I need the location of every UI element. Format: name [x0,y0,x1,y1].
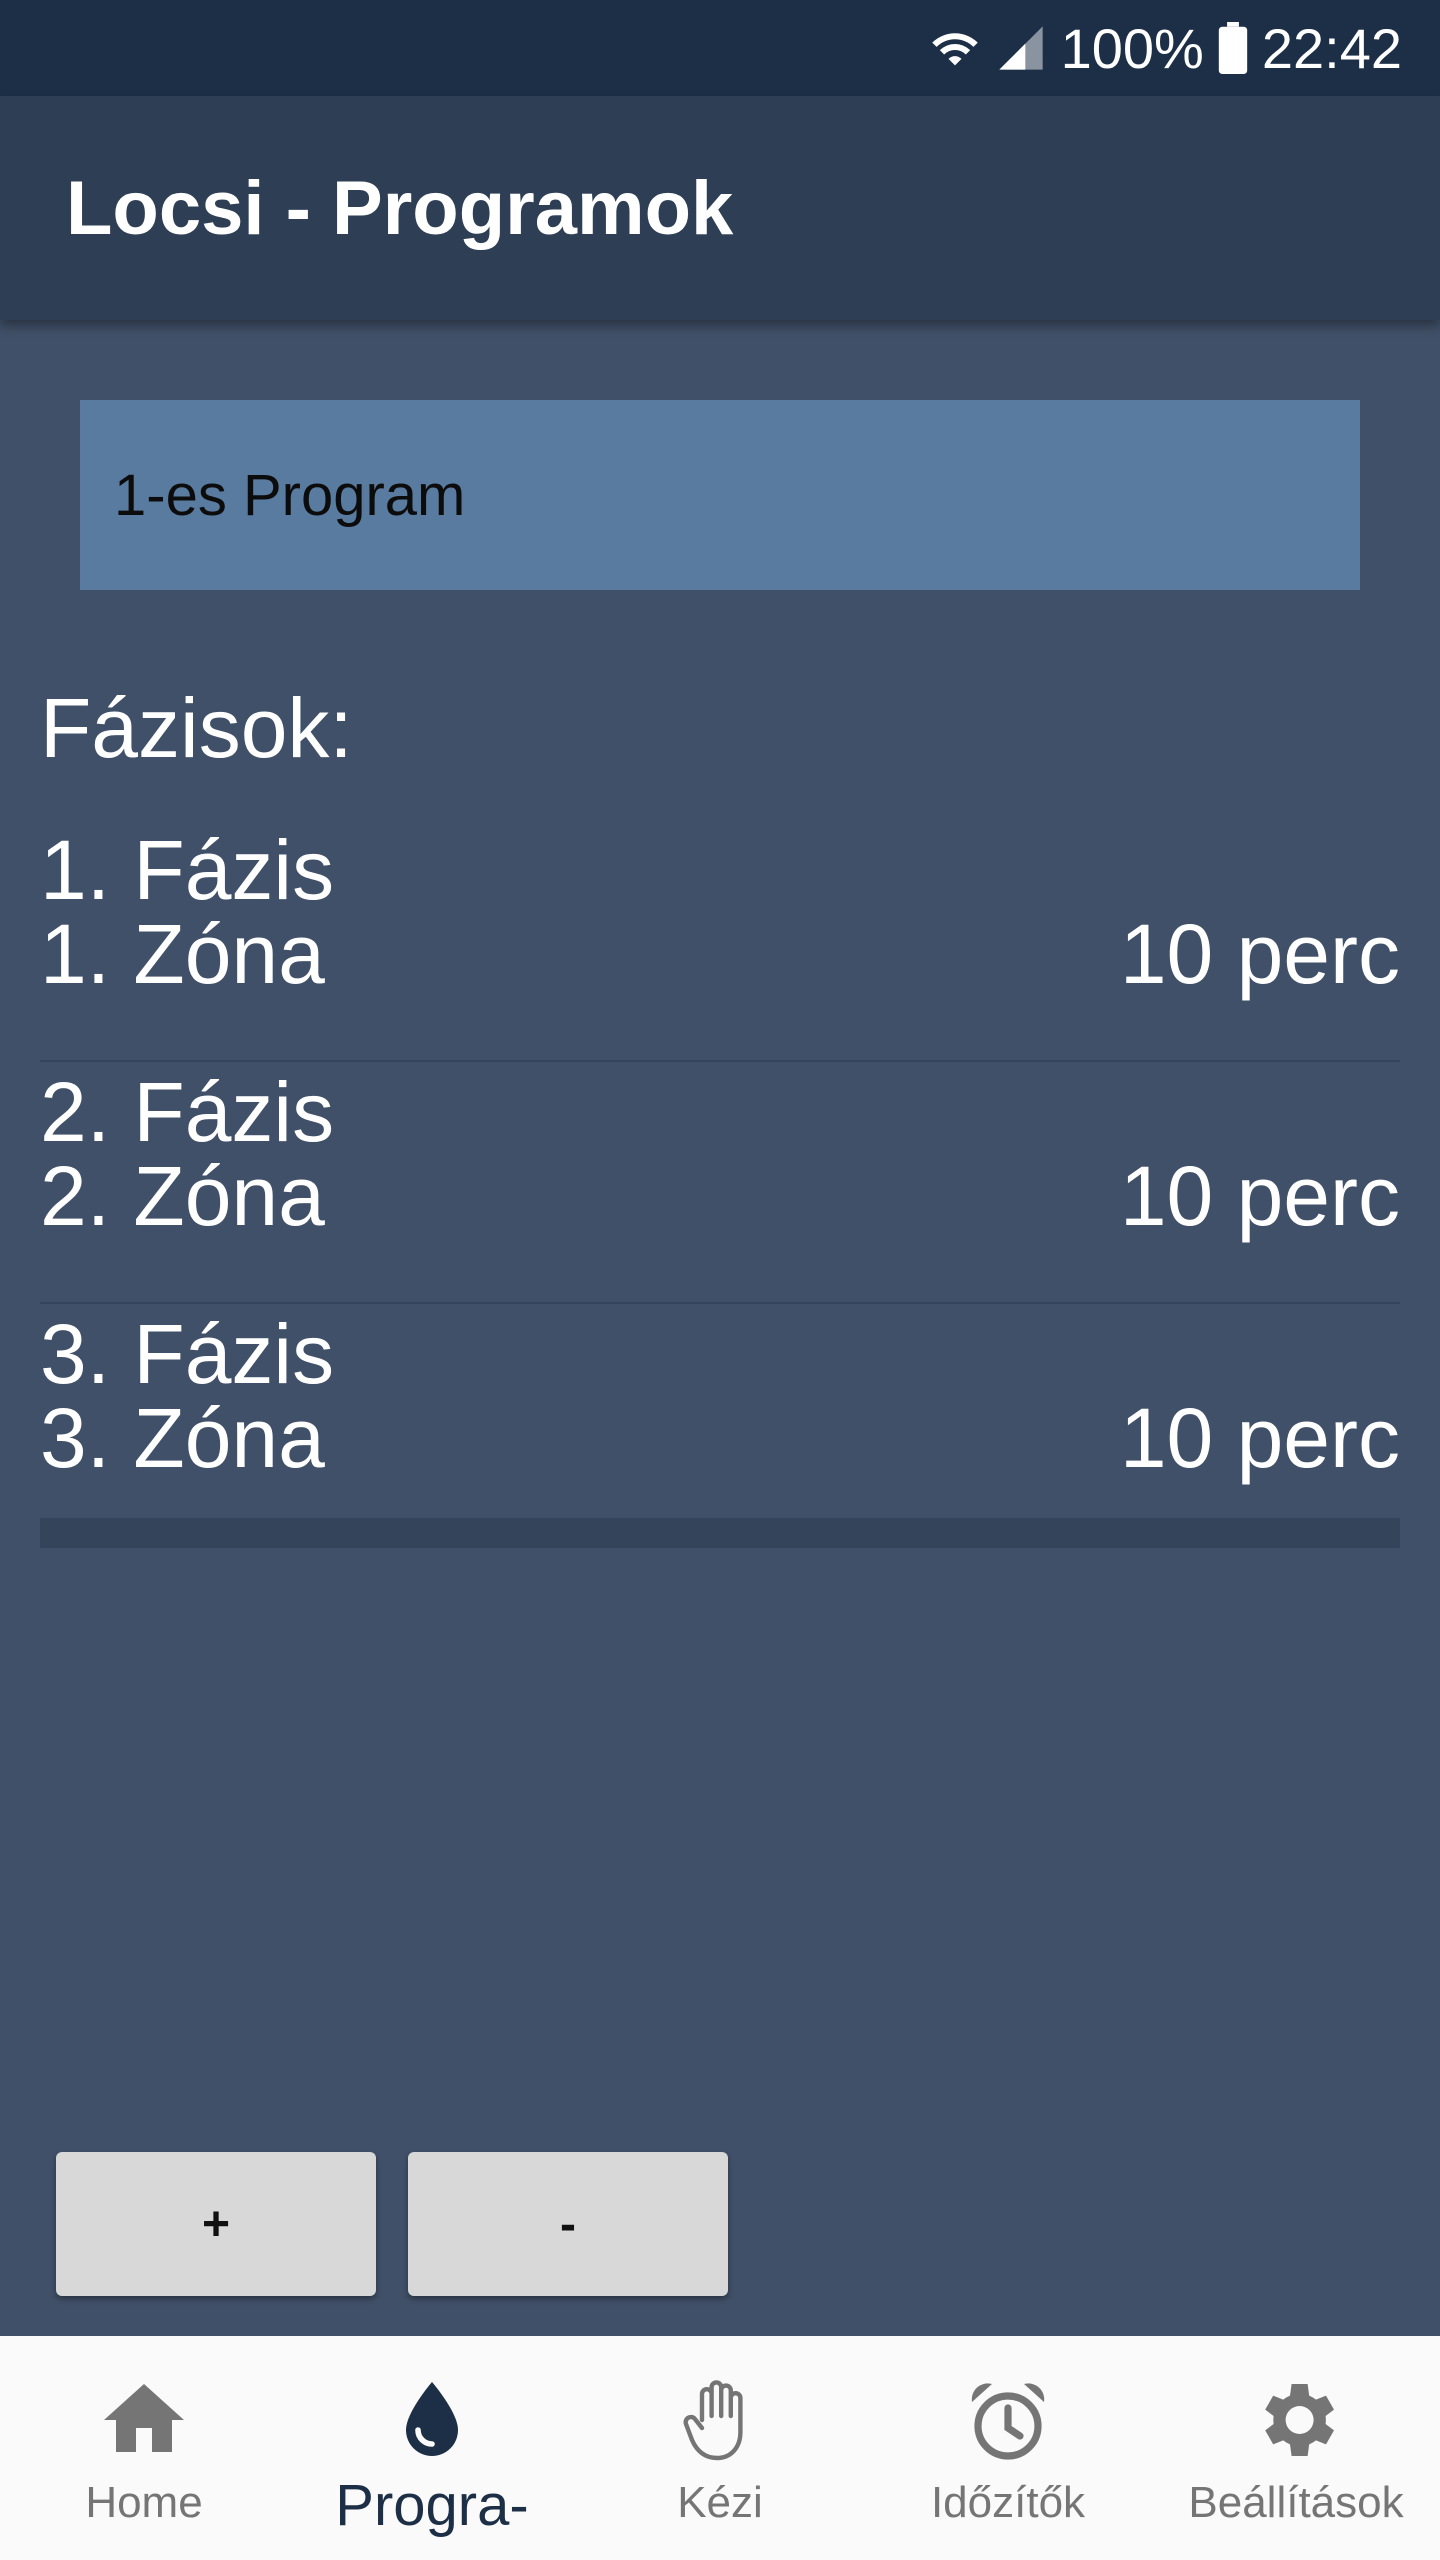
hand-icon [683,2380,743,2461]
program-selector-value: 1-es Program [114,462,466,528]
nav-item-programs[interactable]: Progra- [288,2336,576,2560]
home-icon [104,2384,184,2452]
remove-phase-button[interactable]: - [408,2152,728,2296]
add-phase-button[interactable]: + [56,2152,376,2296]
app-bar: Locsi - Programok [0,96,1440,320]
nav-item-home[interactable]: Home [0,2336,288,2560]
phase-duration: 10 perc [1119,907,1400,1001]
list-item[interactable]: 1. Fázis 1. Zóna 10 perc [40,820,1400,1062]
nav-label-timers: Időzítők [930,2478,1086,2527]
alarm-clock-icon [971,2383,1045,2460]
bottom-nav: Home Progra- Kézi Időzítők Beállítások [0,2336,1440,2560]
nav-label-programs: Progra- [335,2473,529,2538]
phase-list: 1. Fázis 1. Zóna 10 perc 2. Fázis 2. Zón… [40,820,1400,1546]
wifi-icon [931,33,978,66]
nav-label-settings: Beállítások [1188,2478,1404,2527]
phase-zone: 2. Zóna [40,1149,325,1243]
phases-heading: Fázisok: [40,681,353,775]
page-title: Locsi - Programok [66,165,734,251]
phase-title: 3. Fázis [40,1307,335,1401]
list-item[interactable]: 2. Fázis 2. Zóna 10 perc [40,1062,1400,1304]
battery-icon [1218,22,1248,74]
nav-label-manual: Kézi [677,2478,763,2527]
phase-zone: 3. Zóna [40,1391,325,1485]
phase-title: 1. Fázis [40,823,335,917]
phase-title: 2. Fázis [40,1065,335,1159]
signal-icon [998,26,1043,70]
battery-percent: 100% [1060,16,1204,80]
status-bar: 100% 22:42 [0,0,1440,96]
water-drop-icon [406,2382,458,2456]
nav-item-manual[interactable]: Kézi [576,2336,864,2560]
clock: 22:42 [1261,16,1402,80]
phase-duration: 10 perc [1119,1391,1400,1485]
nav-label-home: Home [85,2478,203,2527]
program-selector[interactable]: 1-es Program [80,400,1360,590]
status-right: 100% 22:42 [929,0,1402,96]
phase-duration: 10 perc [1119,1149,1400,1243]
nav-item-settings[interactable]: Beállítások [1152,2336,1440,2560]
gear-icon [1265,2384,1334,2456]
list-item[interactable]: 3. Fázis 3. Zóna 10 perc [40,1304,1400,1546]
nav-item-timers[interactable]: Időzítők [864,2336,1152,2560]
phase-zone: 1. Zóna [40,907,325,1001]
list-footer-divider [40,1518,1400,1548]
